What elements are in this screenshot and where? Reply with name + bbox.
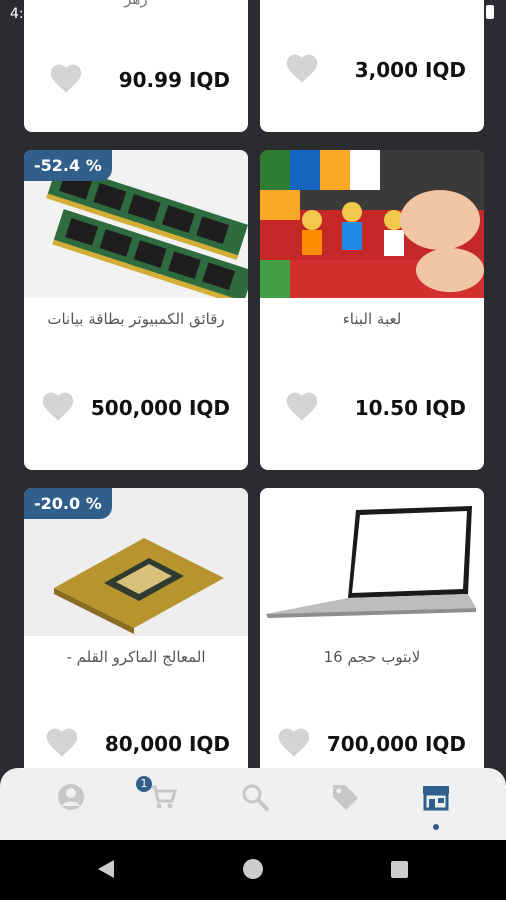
bottom-nav: 1 — [0, 768, 506, 840]
discount-badge: -52.4 % — [24, 150, 112, 181]
product-title: رقائق الكمبيوتر بطاقة بيانات — [47, 310, 225, 328]
product-price: 500,000 IQD — [90, 396, 230, 420]
product-image — [260, 488, 484, 636]
heart-icon[interactable] — [48, 62, 84, 94]
product-price: 90.99 IQD — [118, 68, 230, 92]
product-price: 10.50 IQD — [354, 396, 466, 420]
signal-icon — [466, 5, 480, 19]
discount-badge: -20.0 % — [24, 488, 112, 519]
search-icon[interactable] — [240, 782, 270, 812]
heart-icon[interactable] — [284, 390, 320, 422]
cart-count-badge: 1 — [136, 776, 152, 792]
system-nav-bar — [0, 840, 506, 900]
product-title: المعالج الماكرو القلم - — [66, 648, 206, 666]
heart-icon[interactable] — [276, 726, 312, 758]
heart-icon[interactable] — [40, 390, 76, 422]
cart-icon[interactable] — [148, 782, 178, 812]
product-card[interactable]: لعبة البناء 10.50 IQD — [260, 150, 484, 470]
store-icon[interactable] — [421, 782, 451, 812]
product-card[interactable]: -20.0 % المعالج الماكرو القلم - 80,000 I… — [24, 488, 248, 778]
profile-icon[interactable] — [56, 782, 86, 812]
wifi-icon — [444, 5, 460, 19]
status-time: 4:44 — [10, 6, 42, 22]
tag-icon[interactable] — [330, 782, 360, 812]
product-card[interactable]: لابتوب حجم 16 700,000 IQD — [260, 488, 484, 778]
status-bar: 4:44 — [0, 0, 506, 30]
product-price: 3,000 IQD — [354, 58, 466, 82]
product-card[interactable]: -52.4 % رقائق الكمبيوتر بطاقة بيانات 500… — [24, 150, 248, 470]
home-icon[interactable] — [243, 859, 263, 879]
product-title: لعبة البناء — [342, 310, 402, 328]
product-price: 700,000 IQD — [326, 732, 466, 756]
sync-icon — [58, 6, 72, 20]
back-icon[interactable] — [98, 860, 114, 878]
heart-icon[interactable] — [284, 52, 320, 84]
heart-icon[interactable] — [44, 726, 80, 758]
product-price: 80,000 IQD — [104, 732, 230, 756]
recent-apps-icon[interactable] — [391, 861, 408, 878]
product-image — [260, 150, 484, 298]
battery-icon — [486, 5, 494, 19]
product-title: لابتوب حجم 16 — [323, 648, 421, 666]
active-tab-indicator — [433, 824, 439, 830]
